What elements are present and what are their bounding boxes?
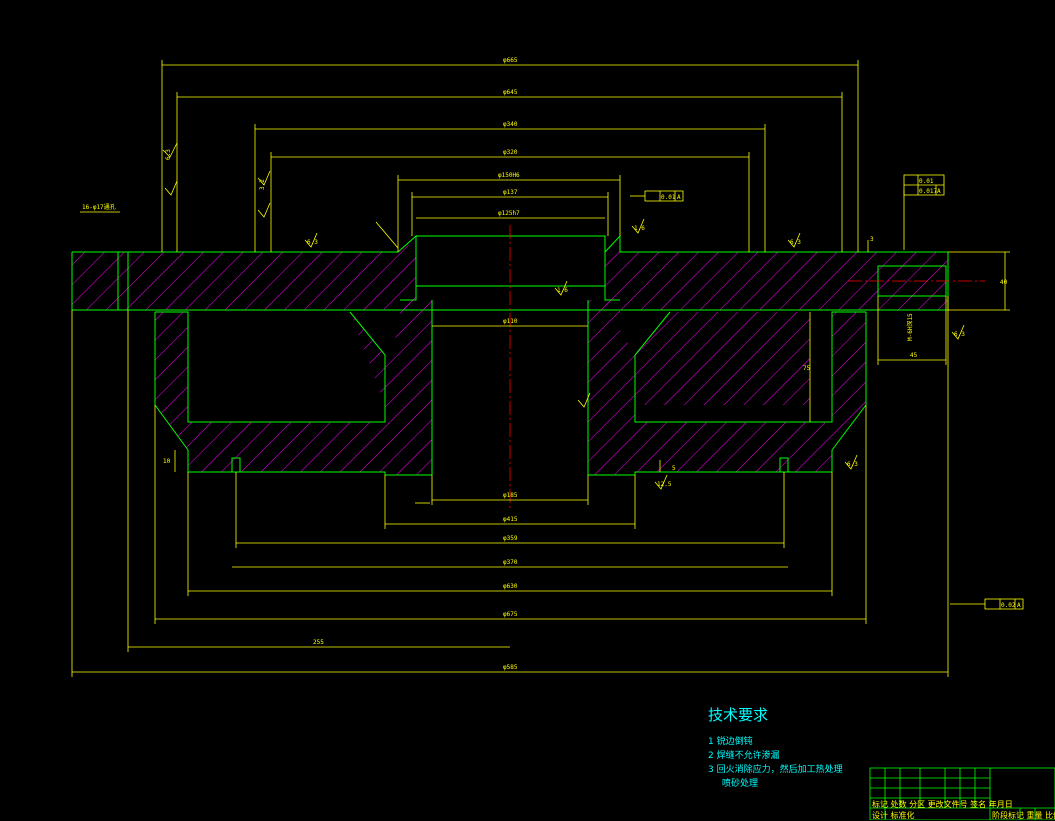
- rough-label-2: 3.2: [259, 179, 266, 190]
- dim-holes: 16-φ17通孔: [82, 203, 116, 211]
- tol-flatness: 0.01: [919, 178, 934, 185]
- tech-item-2: 2 焊缝不允许渗漏: [708, 748, 780, 761]
- dim-d359: φ359: [503, 535, 518, 542]
- title-block-row3: 阶段标记 重量 比例: [992, 811, 1055, 820]
- dim-10: 10: [163, 458, 171, 465]
- rough-label-7: 12.5: [657, 481, 672, 488]
- dim-d125: φ125h7: [498, 210, 520, 217]
- rough-label-6: 1.6: [557, 287, 568, 294]
- tech-item-2-num: 2: [708, 751, 714, 761]
- tol-datum1: A: [677, 194, 681, 201]
- tech-item-4-text: 喷砂处理: [722, 779, 759, 789]
- dim-thread: M-6H深15: [906, 313, 914, 341]
- tech-item-2-text: 焊缝不允许渗漏: [716, 751, 780, 761]
- title-block-row1: 标记 处数 分区 更改文件号 签名 年月日: [872, 800, 1013, 809]
- dim-d675: φ675: [503, 611, 518, 618]
- cad-drawing: φ665 φ645 φ340 φ320 φ150H6 φ137 φ125h7 φ…: [71, 57, 1055, 820]
- dim-d645: φ645: [503, 89, 518, 96]
- dim-d340: φ340: [503, 121, 518, 128]
- dim-d415: φ415: [503, 516, 518, 523]
- tech-item-4: 喷砂处理: [722, 776, 758, 789]
- dimension-labels: φ665 φ645 φ340 φ320 φ150H6 φ137 φ125h7 φ…: [82, 57, 1021, 671]
- tech-item-3-text: 回火消除应力，然后加工热处理: [716, 765, 843, 775]
- dim-d185: φ185: [503, 492, 518, 499]
- title-block-row2: 设计 标准化: [872, 811, 915, 820]
- tol-datum3: A: [1017, 602, 1021, 609]
- dim-d110: φ110: [503, 318, 518, 325]
- tech-requirements-title: 技术要求: [708, 706, 769, 724]
- tech-item-3-num: 3: [708, 765, 714, 775]
- dim-d320: φ320: [503, 149, 518, 156]
- rough-label-9: 6.3: [954, 331, 965, 338]
- dim-d137: φ137: [503, 189, 518, 196]
- tol-datum2: A: [937, 188, 941, 195]
- rough-label-4: 1.6: [634, 225, 645, 232]
- dim-d585: φ585: [503, 664, 518, 671]
- rough-label-1: 6.3: [165, 149, 172, 160]
- dim-len255: 255: [313, 639, 324, 646]
- dim-d665: φ665: [503, 57, 518, 64]
- dim-40: 40: [1000, 279, 1008, 286]
- rough-label-5: 6.3: [790, 239, 801, 246]
- dim-d150: φ150H6: [498, 172, 520, 179]
- dim-d370: φ370: [503, 559, 518, 566]
- tol-perp: 0.017: [919, 188, 937, 195]
- tech-item-3: 3 回火消除应力，然后加工热处理: [708, 762, 843, 775]
- tech-item-1: 1 锐边倒钝: [708, 734, 753, 747]
- rough-label-3: 6.3: [307, 239, 318, 246]
- tol-runout1: 0.01: [661, 194, 676, 201]
- dim-75: 75: [803, 365, 811, 372]
- dim-3: 3: [870, 236, 874, 243]
- dim-d630: φ630: [503, 583, 518, 590]
- tol-runout2: 0.02: [1001, 602, 1016, 609]
- tech-item-1-text: 锐边倒钝: [716, 737, 753, 747]
- dim-5: 5: [672, 465, 676, 472]
- dimension-lines: [71, 60, 1010, 677]
- dim-45: 45: [910, 352, 918, 359]
- tech-item-1-num: 1: [708, 737, 714, 747]
- rough-label-8: 6.3: [847, 461, 858, 468]
